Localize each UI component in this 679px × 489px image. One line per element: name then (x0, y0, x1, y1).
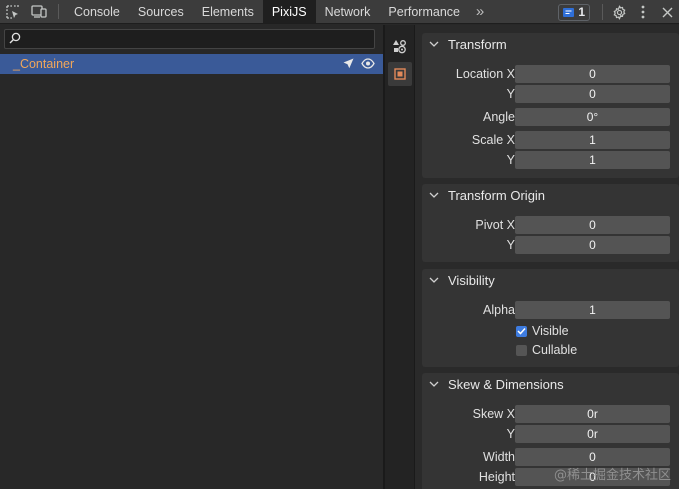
skew-x-field[interactable]: 0r (515, 405, 670, 423)
scale-x-row: Scale X 1 (422, 131, 679, 150)
devtools-toolbar: Console Sources Elements PixiJS Network … (0, 0, 679, 24)
scale-y-label: Y (506, 153, 515, 167)
device-toolbar-icon[interactable] (26, 0, 52, 23)
settings-gear-icon[interactable] (607, 4, 631, 20)
transform-header[interactable]: Transform (422, 33, 679, 55)
chevron-down-icon (428, 378, 440, 390)
tab-label: Performance (388, 4, 460, 19)
more-tabs-glyph: » (475, 3, 485, 20)
chevron-down-icon (428, 189, 440, 201)
side-icon-strip (385, 25, 415, 489)
toolbar-separator (602, 4, 603, 20)
alpha-label: Alpha (483, 303, 515, 317)
transform-section: Transform Location X 0 Y 0 Angle 0° Scal… (422, 33, 679, 178)
watermark-text: @稀土掘金技术社区 (553, 468, 671, 483)
chevron-down-icon (428, 38, 440, 50)
angle-row: Angle 0° (422, 108, 679, 127)
skew-y-row: Y 0r (422, 425, 679, 444)
kebab-menu-icon[interactable] (631, 5, 655, 19)
scene-search-box[interactable] (4, 29, 375, 49)
tab-performance[interactable]: Performance (379, 0, 469, 23)
tab-label: Network (324, 4, 371, 19)
visibility-eye-icon[interactable] (361, 57, 375, 73)
pivot-x-label: Pivot X (475, 218, 515, 232)
angle-label: Angle (483, 110, 515, 124)
alpha-field[interactable]: 1 (515, 301, 670, 319)
tree-item-label: _Container (13, 57, 75, 71)
close-icon[interactable] (655, 7, 679, 18)
section-title: Visibility (448, 272, 495, 288)
section-title: Transform Origin (448, 187, 546, 203)
angle-field[interactable]: 0° (515, 108, 670, 126)
scale-y-field[interactable]: 1 (515, 151, 670, 169)
cullable-label: Cullable (532, 343, 578, 357)
tab-label: Console (74, 4, 120, 19)
location-x-row: Location X 0 (422, 65, 679, 84)
scene-graph-icon[interactable] (388, 34, 412, 58)
properties-panel: Transform Location X 0 Y 0 Angle 0° Scal… (415, 25, 679, 489)
cullable-checkbox[interactable] (516, 344, 527, 356)
pivot-y-field[interactable]: 0 (515, 236, 670, 254)
width-label: Width (483, 450, 515, 464)
properties-panel-icon[interactable] (388, 62, 412, 86)
tab-network[interactable]: Network (316, 0, 380, 23)
visibility-header[interactable]: Visibility (422, 269, 679, 291)
tree-item-container[interactable]: _Container (0, 54, 383, 74)
select-cursor-icon[interactable] (342, 57, 355, 73)
issues-message-icon (563, 7, 575, 17)
more-tabs-icon[interactable]: » (469, 0, 491, 23)
tab-label: Sources (137, 4, 184, 19)
tab-console[interactable]: Console (65, 0, 129, 23)
visibility-section: Visibility Alpha 1 Visible Cullable (422, 269, 679, 367)
inspect-element-icon[interactable] (0, 0, 26, 23)
tab-sources[interactable]: Sources (129, 0, 193, 23)
skew-dimensions-header[interactable]: Skew & Dimensions (422, 373, 679, 395)
scale-x-field[interactable]: 1 (515, 131, 670, 149)
skew-y-label: Y (506, 427, 515, 441)
pivot-y-row: Y 0 (422, 236, 679, 255)
visible-checkbox[interactable] (516, 325, 527, 337)
tab-pixijs[interactable]: PixiJS (262, 0, 316, 23)
location-y-row: Y 0 (422, 85, 679, 104)
pivot-x-field[interactable]: 0 (515, 216, 670, 234)
search-icon (9, 32, 21, 47)
visible-label: Visible (532, 324, 569, 338)
transform-origin-section: Transform Origin Pivot X 0 Y 0 (422, 184, 679, 262)
pivot-y-label: Y (506, 238, 515, 252)
location-y-label: Y (506, 87, 515, 101)
pivot-x-row: Pivot X 0 (422, 216, 679, 235)
toolbar-separator (58, 4, 59, 19)
cullable-checkbox-row[interactable]: Cullable (516, 341, 577, 359)
chevron-down-icon (428, 274, 440, 286)
skew-x-row: Skew X 0r (422, 405, 679, 424)
transform-origin-header[interactable]: Transform Origin (422, 184, 679, 206)
section-title: Skew & Dimensions (448, 376, 564, 392)
issues-count: 1 (578, 5, 585, 19)
issues-button[interactable]: 1 (558, 3, 590, 21)
height-label: Height (478, 470, 515, 484)
location-x-label: Location X (455, 67, 515, 81)
tab-elements[interactable]: Elements (193, 0, 263, 23)
skew-y-field[interactable]: 0r (515, 425, 670, 443)
scale-y-row: Y 1 (422, 151, 679, 170)
tab-label: Elements (201, 4, 254, 19)
toolbar-right-group: 1 (558, 0, 679, 24)
tab-label: PixiJS (271, 4, 307, 19)
scale-x-label: Scale X (471, 133, 515, 147)
scene-tree-panel: _Container (0, 25, 383, 489)
alpha-row: Alpha 1 (422, 301, 679, 320)
location-x-field[interactable]: 0 (515, 65, 670, 83)
visible-checkbox-row[interactable]: Visible (516, 322, 569, 340)
skew-x-label: Skew X (472, 407, 515, 421)
tree-item-actions (342, 57, 375, 73)
section-title: Transform (448, 36, 507, 52)
location-y-field[interactable]: 0 (515, 85, 670, 103)
scene-search-input[interactable] (25, 32, 374, 46)
